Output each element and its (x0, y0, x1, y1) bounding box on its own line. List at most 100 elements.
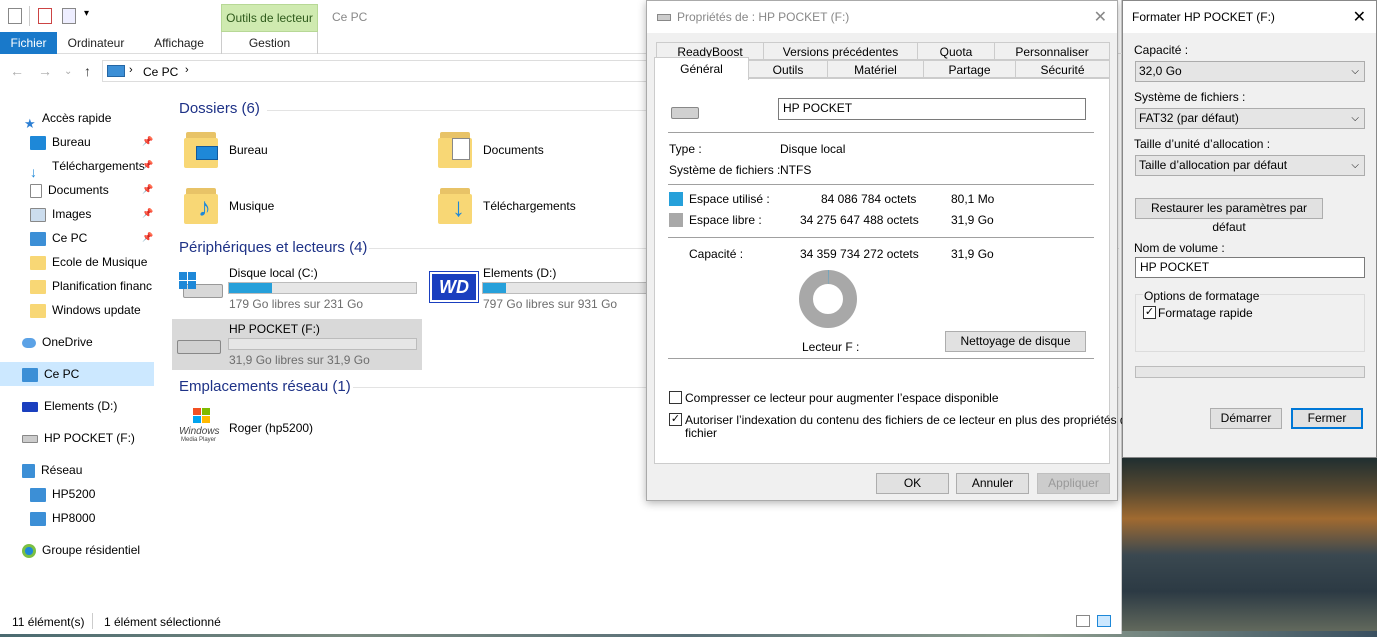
drive-icon (657, 14, 671, 21)
usage-fill (483, 283, 506, 293)
tab-securite[interactable]: Sécurité (1015, 60, 1110, 78)
free-swatch (669, 213, 683, 227)
ok-button[interactable]: OK (876, 473, 949, 494)
folder-desktop-icon (184, 130, 220, 170)
quick-format-checkbox[interactable]: ✓ (1143, 306, 1156, 319)
nav-elements-d[interactable]: Elements (D:) (22, 394, 117, 418)
tab-partage[interactable]: Partage (923, 60, 1016, 78)
tab-materiel[interactable]: Matériel (827, 60, 924, 78)
pin-icon: 📌 (142, 136, 154, 146)
drive-f-name[interactable]: HP POCKET (F:) (229, 322, 320, 336)
breadcrumb-ce-pc[interactable]: Ce PC (143, 65, 178, 79)
format-dialog: Formater HP POCKET (F:) ✕ Capacité : 32,… (1122, 0, 1377, 458)
nav-this-pc[interactable]: Ce PC (22, 362, 79, 386)
group-header-devices[interactable]: Périphériques et lecteurs (4) (179, 239, 367, 256)
pin-icon: 📌 (142, 184, 154, 194)
nav-onedrive[interactable]: OneDrive (22, 330, 93, 354)
tab-general[interactable]: Général (654, 57, 749, 80)
nav-item-images[interactable]: Images (30, 202, 91, 226)
tab-personnaliser[interactable]: Personnaliser (994, 42, 1110, 60)
tab-outils[interactable]: Outils (748, 60, 828, 78)
tab-affichage[interactable]: Affichage (144, 32, 214, 54)
windows-media-player-icon: Windows Media Player (179, 408, 225, 446)
nav-label: Bureau (52, 135, 91, 149)
close-icon[interactable]: ✕ (1094, 7, 1107, 27)
compress-checkbox[interactable] (669, 391, 682, 404)
forward-arrow-icon[interactable]: → (38, 63, 52, 79)
folder-musique[interactable]: Musique (229, 199, 274, 213)
capacity-label: Capacité : (689, 247, 744, 261)
tab-fichier[interactable]: Fichier (0, 32, 57, 54)
back-arrow-icon[interactable]: ← (10, 63, 24, 79)
nav-item-planification[interactable]: Planification financ (30, 274, 154, 298)
nav-item-telechargements[interactable]: ↓ Téléchargements (30, 154, 145, 178)
status-bar: 11 élément(s) 1 élément sélectionné (0, 612, 1122, 632)
volume-name-input[interactable]: HP POCKET (1135, 257, 1365, 278)
cancel-button[interactable]: Annuler (956, 473, 1029, 494)
star-icon: ★ (24, 115, 36, 130)
nav-item-bureau[interactable]: Bureau (30, 130, 91, 154)
network-icon (22, 463, 35, 478)
disk-cleanup-button[interactable]: Nettoyage de disque (945, 331, 1086, 352)
folder-telechargements[interactable]: Téléchargements (483, 199, 576, 213)
folder-bureau[interactable]: Bureau (229, 143, 268, 157)
drive-c-name[interactable]: Disque local (C:) (229, 266, 318, 280)
computer-icon (107, 65, 125, 77)
restore-defaults-button[interactable]: Restaurer les paramètres par défaut (1135, 198, 1323, 234)
nav-hp8000[interactable]: HP8000 (30, 506, 95, 530)
close-icon[interactable]: ✕ (1353, 7, 1366, 27)
nav-network[interactable]: Réseau (22, 458, 82, 482)
pin-icon: 📌 (142, 232, 154, 242)
filesystem-select[interactable]: FAT32 (par défaut) ⌵ (1135, 108, 1365, 129)
nav-item-windows-update[interactable]: Windows update (30, 298, 141, 322)
network-location-roger[interactable]: Roger (hp5200) (229, 421, 313, 435)
nav-item-ecole[interactable]: Ecole de Musique (30, 250, 147, 274)
properties-icon[interactable] (38, 8, 52, 24)
tab-ordinateur[interactable]: Ordinateur (60, 32, 132, 54)
nav-label: Elements (D:) (44, 399, 118, 413)
new-folder-icon[interactable] (62, 8, 76, 24)
drive-c-usage-bar (228, 282, 417, 294)
close-button[interactable]: Fermer (1291, 408, 1363, 429)
divider (92, 613, 93, 629)
group-header-folders[interactable]: Dossiers (6) (179, 100, 260, 117)
used-size: 80,1 Mo (951, 192, 995, 206)
nav-homegroup[interactable]: Groupe résidentiel (22, 538, 140, 562)
nav-hp5200[interactable]: HP5200 (30, 482, 95, 506)
nav-label: Accès rapide (42, 111, 112, 125)
fs-value: NTFS (780, 163, 812, 177)
folder-icon (30, 255, 46, 270)
up-arrow-icon[interactable]: ↑ (84, 63, 91, 79)
nav-item-ce-pc[interactable]: Ce PC (30, 226, 87, 250)
start-button[interactable]: Démarrer (1210, 408, 1282, 429)
nav-label: HP8000 (52, 511, 96, 525)
recent-chevron-icon[interactable]: ⌄ (64, 66, 72, 77)
tiles-view-icon[interactable] (1097, 615, 1111, 627)
breadcrumb-chevron-icon[interactable]: › (129, 64, 133, 76)
nav-hp-pocket[interactable]: HP POCKET (F:) (22, 426, 135, 450)
drive-tools-context-header: Outils de lecteur (221, 4, 318, 32)
allocation-select[interactable]: Taille d’allocation par défaut ⌵ (1135, 155, 1365, 176)
capacity-bytes: 34 359 734 272 octets (800, 247, 919, 261)
folder-icon (8, 8, 22, 24)
capacity-select[interactable]: 32,0 Go ⌵ (1135, 61, 1365, 82)
breadcrumb-chevron-icon[interactable]: › (185, 64, 189, 76)
address-box[interactable]: › Ce PC › (102, 60, 662, 82)
folder-documents[interactable]: Documents (483, 143, 544, 157)
volume-label-input[interactable]: HP POCKET (778, 98, 1086, 120)
drive-d-free: 797 Go libres sur 931 Go (483, 297, 618, 311)
tab-versions[interactable]: Versions précédentes (763, 42, 918, 60)
drive-d-name[interactable]: Elements (D:) (483, 266, 556, 280)
general-panel (654, 78, 1110, 464)
apply-button[interactable]: Appliquer (1037, 473, 1110, 494)
nav-item-documents[interactable]: Documents (30, 178, 109, 202)
tab-gestion[interactable]: Gestion (221, 32, 318, 54)
qat-dropdown-icon[interactable]: ▾ (84, 8, 89, 19)
group-header-network[interactable]: Emplacements réseau (1) (179, 378, 351, 395)
nav-label: Images (52, 207, 92, 221)
drive-f-free: 31,9 Go libres sur 31,9 Go (229, 353, 370, 367)
tab-quota[interactable]: Quota (917, 42, 995, 60)
nav-quick-access[interactable]: ★ Accès rapide (24, 106, 111, 130)
details-view-icon[interactable] (1076, 615, 1090, 627)
index-checkbox[interactable]: ✓ (669, 413, 682, 426)
